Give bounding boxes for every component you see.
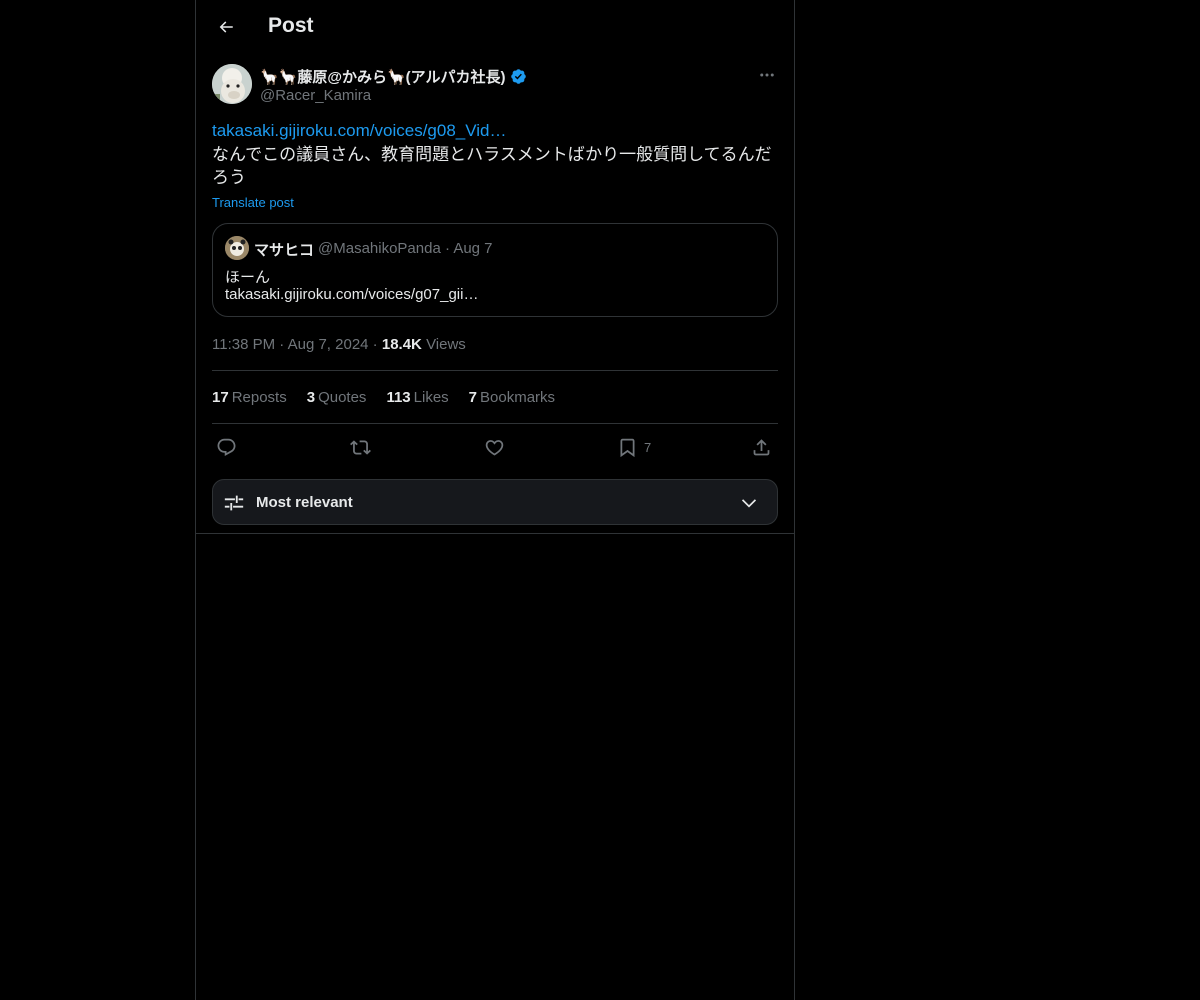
stat-count: 113 <box>386 389 411 406</box>
chevron-down-icon <box>741 499 757 508</box>
like-button[interactable] <box>484 434 505 460</box>
post-stats: 17 Reposts 3 Quotes 113 Likes 7 Bookmarks <box>212 389 555 406</box>
quote-date: Aug 7 <box>453 240 493 257</box>
stat-label: Reposts <box>231 389 287 406</box>
quote-author-handle: @MasahikoPanda <box>318 240 441 257</box>
quote-avatar <box>225 236 249 260</box>
divider <box>212 370 778 371</box>
quote-text: ほーん <box>225 268 271 286</box>
stat-bookmarks[interactable]: 7 Bookmarks <box>469 389 555 406</box>
stat-count: 3 <box>306 389 316 406</box>
share-button[interactable] <box>751 434 772 460</box>
author-name-text: 🦙🦙藤原@かみら🦙(アルパカ社長) <box>260 69 506 86</box>
stat-reposts[interactable]: 17 Reposts <box>212 389 287 406</box>
more-button[interactable] <box>756 64 778 86</box>
author-name[interactable]: 🦙🦙藤原@かみら🦙(アルパカ社長) <box>260 66 527 87</box>
stat-likes[interactable]: 113 Likes <box>386 389 448 406</box>
share-icon <box>753 438 770 455</box>
more-icon <box>760 73 774 77</box>
post-time[interactable]: 11:38 PM <box>212 336 275 353</box>
stat-count: 17 <box>212 389 229 406</box>
avatar[interactable] <box>212 64 252 104</box>
action-bar: 7 <box>212 434 778 460</box>
main-column: Post 🦙🦙藤原@かみら🦙(アルパカ社長) @Racer_Kamira tak… <box>195 0 795 1000</box>
post-text: なんでこの議員さん、教育問題とハラスメントばかり一般質問してるんだろう <box>212 145 772 188</box>
post-date[interactable]: Aug 7, 2024 <box>288 336 369 353</box>
divider <box>212 423 778 424</box>
post-link[interactable]: takasaki.gijiroku.com/voices/g08_Vid… <box>212 121 507 141</box>
divider <box>196 533 794 534</box>
quote-link: takasaki.gijiroku.com/voices/g07_gii… <box>225 286 479 303</box>
stat-label: Bookmarks <box>480 389 556 406</box>
reply-icon <box>217 438 236 456</box>
stat-label: Likes <box>413 389 449 406</box>
header: Post <box>196 0 794 54</box>
sort-label: Most relevant <box>256 494 353 511</box>
translate-post-link[interactable]: Translate post <box>212 195 294 210</box>
bookmark-icon <box>620 438 635 457</box>
quote-meta: @MasahikoPanda · Aug 7 <box>318 240 493 257</box>
views-count: 18.4K <box>381 336 422 353</box>
bookmark-button[interactable]: 7 <box>617 434 651 460</box>
quote-author-name: マサヒコ <box>254 241 315 259</box>
page-title: Post <box>268 14 314 37</box>
repost-icon <box>350 439 371 455</box>
repost-button[interactable] <box>350 434 371 460</box>
reply-button[interactable] <box>216 434 237 460</box>
sort-dropdown[interactable]: Most relevant <box>212 479 778 525</box>
sliders-icon <box>224 495 244 511</box>
stat-quotes[interactable]: 3 Quotes <box>307 389 367 406</box>
bookmark-count: 7 <box>644 439 652 455</box>
like-icon <box>485 439 504 456</box>
author-handle[interactable]: @Racer_Kamira <box>260 87 371 104</box>
back-arrow-icon <box>219 21 233 33</box>
verified-badge-icon <box>510 69 526 84</box>
quoted-post[interactable]: マサヒコ @MasahikoPanda · Aug 7 ほーん takasaki… <box>212 223 778 317</box>
stat-label: Quotes <box>318 389 367 406</box>
alpaca-avatar-image <box>212 64 252 104</box>
stat-count: 7 <box>468 389 478 406</box>
back-button[interactable] <box>208 9 244 45</box>
views-label: Views <box>426 336 466 353</box>
post-meta: 11:38 PM · Aug 7, 2024 · 18.4K Views <box>212 336 466 353</box>
